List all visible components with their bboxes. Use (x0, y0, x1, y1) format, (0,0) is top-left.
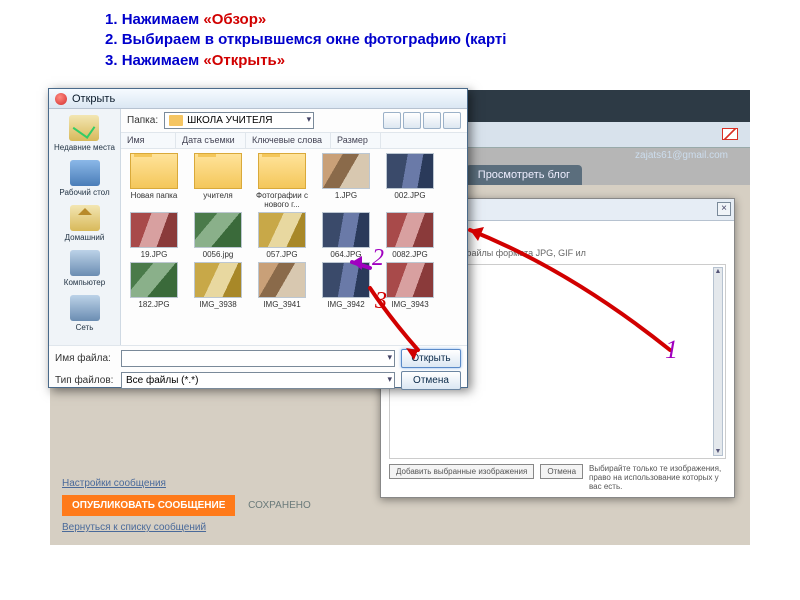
tab-view-blog[interactable]: Просмотреть блог (466, 165, 582, 185)
file-item[interactable]: 064.JPG (319, 212, 373, 259)
place-desktop[interactable]: Рабочий стол (59, 160, 109, 197)
open-button[interactable]: Открыть (401, 349, 461, 368)
dialog-title: Открыть (72, 93, 115, 105)
upload-cancel-button[interactable]: Отмена (540, 464, 583, 479)
file-item[interactable]: учителя (191, 153, 245, 209)
column-headers: Имя Дата съемки Ключевые слова Размер (121, 133, 467, 149)
screenshot-stage: zajats61@gmail.com Статистика Просмотрет… (50, 90, 750, 545)
file-item[interactable]: 057.JPG (255, 212, 309, 259)
file-grid: Новая папка учителя Фотографии с нового … (121, 149, 467, 345)
file-item[interactable]: 0082.JPG (383, 212, 437, 259)
nav-up-icon[interactable] (403, 112, 421, 129)
places-sidebar: Недавние места Рабочий стол Домашний Ком… (49, 109, 121, 345)
file-item[interactable]: 0056.jpg (191, 212, 245, 259)
opera-icon (55, 93, 67, 105)
upload-note: Выбирайте только те изображения, право н… (589, 464, 726, 491)
add-selected-button[interactable]: Добавить выбранные изображения (389, 464, 534, 479)
dialog-bottom: Имя файла: Открыть Тип файлов: Все файлы… (49, 345, 467, 389)
filename-input[interactable] (121, 350, 395, 367)
page-bottom: Настройки сообщения ОПУБЛИКОВАТЬ СООБЩЕН… (62, 478, 321, 533)
folder-select[interactable]: ШКОЛА УЧИТЕЛЯ (164, 112, 314, 129)
filetype-select[interactable]: Все файлы (*.*) (121, 372, 395, 389)
file-item[interactable]: IMG_3942 (319, 262, 373, 309)
place-computer[interactable]: Компьютер (64, 250, 105, 287)
file-item[interactable]: Новая папка (127, 153, 181, 209)
file-item[interactable]: IMG_3941 (255, 262, 309, 309)
file-open-dialog: Открыть Недавние места Рабочий стол Дома… (48, 88, 468, 388)
file-item[interactable]: 1.JPG (319, 153, 373, 209)
file-item[interactable]: IMG_3943 (383, 262, 437, 309)
new-folder-icon[interactable] (423, 112, 441, 129)
file-item[interactable]: IMG_3938 (191, 262, 245, 309)
place-network[interactable]: Сеть (70, 295, 100, 332)
publish-button[interactable]: ОПУБЛИКОВАТЬ СООБЩЕНИЕ (62, 495, 235, 516)
view-menu-icon[interactable] (443, 112, 461, 129)
cancel-button[interactable]: Отмена (401, 371, 461, 390)
saved-label: СОХРАНЕНО (238, 495, 321, 516)
dialog-titlebar: Открыть (49, 89, 467, 109)
file-item[interactable]: Фотографии с нового г... (255, 153, 309, 209)
place-recent[interactable]: Недавние места (54, 115, 115, 152)
place-home[interactable]: Домашний (65, 205, 105, 242)
user-email: zajats61@gmail.com (635, 150, 728, 161)
gmail-icon (722, 128, 738, 140)
file-item[interactable]: 19.JPG (127, 212, 181, 259)
path-bar: Папка: ШКОЛА УЧИТЕЛЯ (121, 109, 467, 133)
close-icon[interactable]: × (717, 202, 731, 216)
scrollbar[interactable] (713, 267, 723, 456)
file-item[interactable]: 182.JPG (127, 262, 181, 309)
file-item[interactable]: 002.JPG (383, 153, 437, 209)
post-settings-link[interactable]: Настройки сообщения (62, 478, 321, 489)
nav-back-icon[interactable] (383, 112, 401, 129)
back-link[interactable]: Вернуться к списку сообщений (62, 522, 321, 533)
instruction-list: 1. Нажимаем «Обзор» 2. Выбираем в открыв… (105, 10, 506, 71)
folder-icon (169, 115, 183, 126)
